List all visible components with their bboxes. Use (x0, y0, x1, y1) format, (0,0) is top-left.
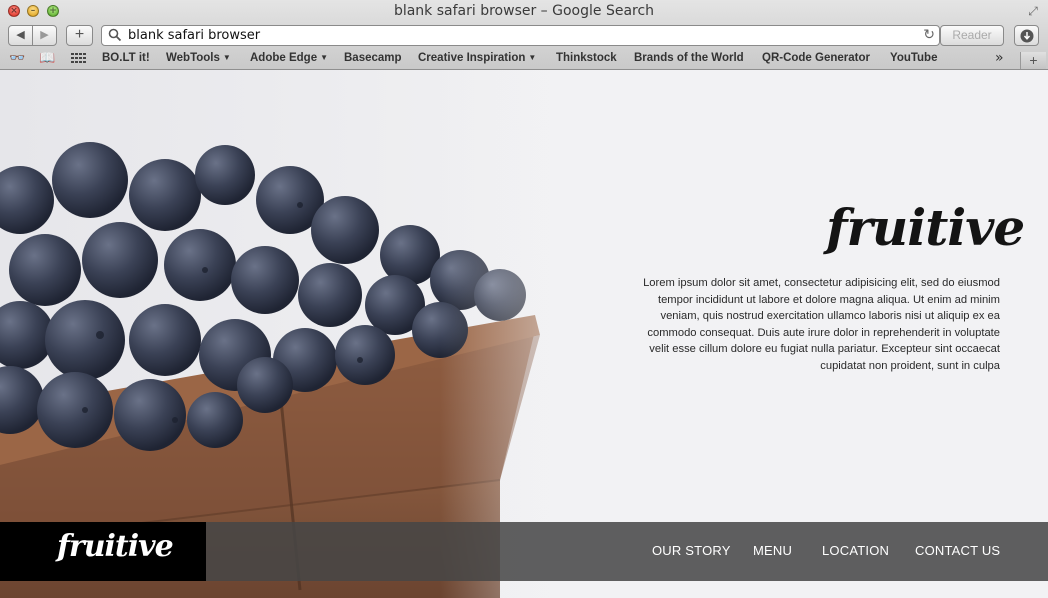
footer-logo-box[interactable]: fruitive (0, 522, 206, 581)
reload-icon[interactable]: ↻ (923, 27, 935, 43)
title-bar: × – + blank safari browser – Google Sear… (0, 0, 1048, 22)
nav-link-our-story[interactable]: OUR STORY (652, 543, 731, 558)
top-sites-grid-icon[interactable] (71, 53, 87, 65)
hero-fade-overlay (440, 70, 660, 598)
chevron-down-icon: ▼ (320, 53, 329, 62)
footer-logo[interactable]: fruitive (57, 529, 174, 564)
bookmark-youtube[interactable]: YouTube (890, 52, 937, 64)
bookmark-brands-of-the-world[interactable]: Brands of the World (634, 52, 744, 64)
nav-link-contact-us[interactable]: CONTACT US (915, 543, 1000, 558)
bookmark-thinkstock[interactable]: Thinkstock (556, 52, 617, 64)
reading-list-icon[interactable]: 👓 (9, 51, 25, 66)
bookmark-webtools[interactable]: WebTools ▼ (166, 52, 231, 64)
add-tab-button[interactable]: + (1020, 52, 1046, 69)
bookmark-bolt[interactable]: BO.LT it! (102, 52, 150, 64)
nav-link-location[interactable]: LOCATION (822, 543, 889, 558)
nav-link-menu[interactable]: MENU (753, 543, 792, 558)
brand-logo: fruitive (826, 198, 1025, 257)
chevron-down-icon: ▼ (528, 53, 537, 62)
new-tab-button[interactable]: + (66, 25, 93, 46)
download-icon (1020, 29, 1033, 43)
window-title: blank safari browser – Google Search (393, 3, 655, 19)
back-button[interactable]: ◀ (8, 25, 33, 46)
bookmark-creative-inspiration[interactable]: Creative Inspiration ▼ (418, 52, 536, 64)
bookmark-basecamp[interactable]: Basecamp (344, 52, 402, 64)
chevron-down-icon: ▼ (222, 53, 231, 62)
bookmark-adobe-edge[interactable]: Adobe Edge ▼ (250, 52, 328, 64)
bookmarks-book-icon[interactable]: 📖 (39, 51, 55, 66)
toolbar: ◀ ▶ + blank safari browser ↻ Reader (0, 22, 1048, 48)
web-page: fruitive Lorem ipsum dolor sit amet, con… (0, 70, 1048, 598)
intro-paragraph: Lorem ipsum dolor sit amet, consectetur … (643, 277, 1000, 372)
address-bar[interactable]: blank safari browser ↻ (101, 25, 940, 46)
downloads-button[interactable] (1014, 25, 1039, 46)
bookmarks-bar: 👓 📖 BO.LT it! WebTools ▼ Adobe Edge ▼ Base… (0, 48, 1048, 69)
fullscreen-icon[interactable]: ⤢ (1026, 4, 1040, 18)
site-nav-bar: fruitive OUR STORY MENU LOCATION CONTACT… (0, 522, 1048, 581)
browser-chrome: × – + blank safari browser – Google Sear… (0, 0, 1048, 70)
address-input[interactable]: blank safari browser (128, 28, 260, 43)
bookmark-label: Adobe Edge (250, 52, 318, 64)
bookmark-label: WebTools (166, 52, 220, 64)
forward-button[interactable]: ▶ (32, 25, 57, 46)
reader-button[interactable]: Reader (940, 25, 1004, 46)
more-bookmarks-icon[interactable]: » (995, 50, 1004, 66)
search-icon (108, 28, 122, 42)
bookmark-qr-code-generator[interactable]: QR-Code Generator (762, 52, 870, 64)
bookmark-label: Creative Inspiration (418, 52, 526, 64)
